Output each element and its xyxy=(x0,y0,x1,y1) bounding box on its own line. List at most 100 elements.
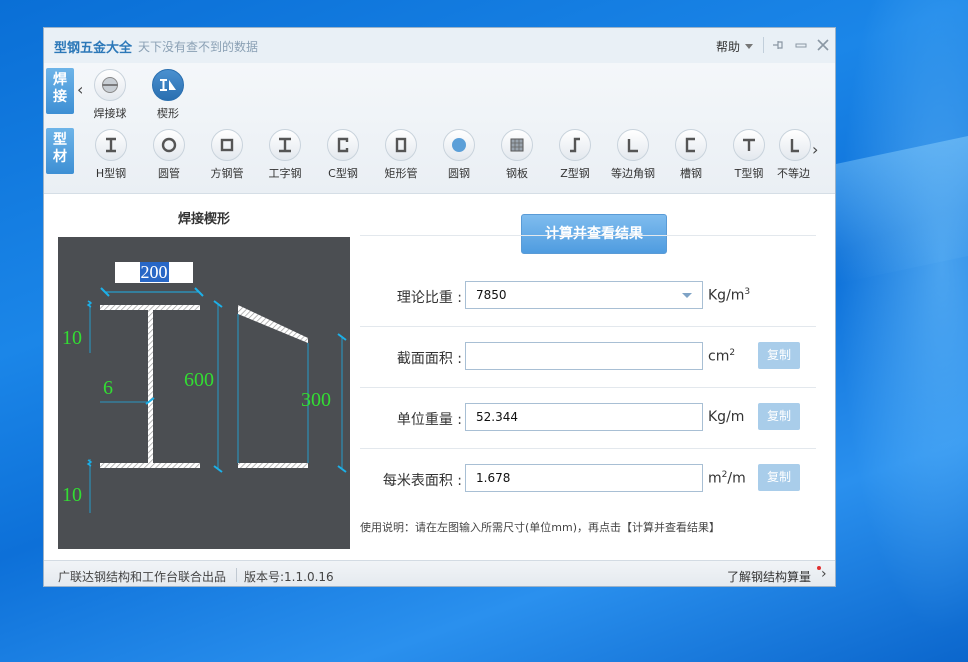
tool-weld-ball[interactable]: 焊接球 xyxy=(80,69,140,121)
divider xyxy=(360,326,816,327)
top-width-input[interactable]: 200 xyxy=(115,262,193,283)
category-char: 焊 xyxy=(53,72,67,88)
unit-text: Kg/m xyxy=(708,287,745,304)
main-content: 焊接楔形 200 10 6 600 300 10 计算并查看结果 理论比重: … xyxy=(44,194,835,560)
tool-i-beam[interactable]: 工字钢 xyxy=(255,129,315,181)
unit-sup: 3 xyxy=(744,287,751,297)
tool-channel[interactable]: 槽钢 xyxy=(661,129,721,181)
copy-surface-area-button[interactable]: 复制 xyxy=(758,464,800,491)
copy-unit-weight-button[interactable]: 复制 xyxy=(758,403,800,430)
unit-sup: 2 xyxy=(729,348,736,358)
calculate-button[interactable]: 计算并查看结果 xyxy=(521,214,667,254)
top-width-value: 200 xyxy=(139,262,169,282)
tool-label: 槽钢 xyxy=(680,167,702,180)
tool-label: Z型钢 xyxy=(560,167,590,180)
i-beam-icon xyxy=(269,129,301,161)
learn-more-link[interactable]: 了解钢结构算量 xyxy=(727,568,811,585)
divider xyxy=(360,235,816,236)
square-pipe-icon xyxy=(211,129,243,161)
category-char: 材 xyxy=(53,149,67,165)
wedge-drawing: 200 10 6 600 300 10 xyxy=(58,237,350,549)
tool-steel-plate[interactable]: 钢板 xyxy=(487,129,547,181)
area-field[interactable] xyxy=(465,342,703,370)
tool-label: T型钢 xyxy=(734,167,764,180)
tool-wedge[interactable]: 楔形 xyxy=(138,69,198,121)
tool-round-pipe[interactable]: 圆管 xyxy=(139,129,199,181)
category-steel[interactable]: 型 材 xyxy=(46,128,74,174)
round-bar-icon xyxy=(443,129,475,161)
help-menu-label: 帮助 xyxy=(716,40,741,54)
credit-text: 广联达钢结构和工作台联合出品 xyxy=(58,570,227,584)
tool-label: 矩形管 xyxy=(384,167,418,180)
divider xyxy=(360,387,816,388)
tool-square-pipe[interactable]: 方钢管 xyxy=(197,129,257,181)
area-label: 截面面积 : xyxy=(396,351,462,367)
steel-plate-icon xyxy=(501,129,533,161)
help-menu[interactable]: 帮助 xyxy=(716,38,754,55)
status-bar: 广联达钢结构和工作台联合出品 版本号:1.1.0.16 了解钢结构算量 › xyxy=(44,560,835,586)
wedge-icon xyxy=(152,69,184,101)
panel-title: 焊接楔形 xyxy=(177,212,230,227)
category-char: 接 xyxy=(53,89,67,105)
equal-angle-icon xyxy=(617,129,649,161)
bottom-flange-dim[interactable]: 10 xyxy=(62,484,82,507)
tool-label: C型钢 xyxy=(328,167,358,180)
unequal-angle-icon xyxy=(779,129,811,161)
title-separator xyxy=(763,37,764,53)
tool-label: H型钢 xyxy=(95,167,127,180)
usage-instructions: 使用说明：请在左图输入所需尺寸(单位mm)，再点击【计算并查看结果】 xyxy=(360,521,721,534)
height-dim[interactable]: 600 xyxy=(184,369,214,392)
unit-text: m xyxy=(708,470,722,487)
chevron-down-icon xyxy=(682,293,692,298)
tool-unequal-angle[interactable]: 不等边 xyxy=(777,129,813,181)
close-icon[interactable] xyxy=(815,36,831,54)
chevron-right-icon[interactable]: › xyxy=(821,566,827,582)
tool-round-bar[interactable]: 圆钢 xyxy=(429,129,489,181)
app-title: 型钢五金大全 xyxy=(54,41,133,56)
density-label: 理论比重 : xyxy=(396,290,462,306)
divider xyxy=(360,448,816,449)
unit-text: /m xyxy=(727,470,746,487)
web-dim[interactable]: 6 xyxy=(103,377,113,400)
pin-icon[interactable] xyxy=(770,36,786,54)
unit-text: cm xyxy=(708,348,730,365)
z-section-icon xyxy=(559,129,591,161)
tool-z-section[interactable]: Z型钢 xyxy=(545,129,605,181)
channel-icon xyxy=(675,129,707,161)
tool-label: 工字钢 xyxy=(268,167,302,180)
tool-label: 楔形 xyxy=(157,107,179,120)
status-separator xyxy=(236,568,237,582)
desktop-glow xyxy=(830,0,968,662)
minimize-icon[interactable] xyxy=(793,36,809,54)
density-unit: Kg/m3 xyxy=(708,287,750,304)
rect-pipe-icon xyxy=(385,129,417,161)
density-select[interactable]: 7850 xyxy=(465,281,703,309)
tool-label: 焊接球 xyxy=(93,107,127,120)
version-text: 版本号:1.1.0.16 xyxy=(244,570,334,584)
surface-area-label: 每米表面积 : xyxy=(382,473,462,489)
tool-c-channel[interactable]: C型钢 xyxy=(313,129,373,181)
t-section-icon xyxy=(733,129,765,161)
category-weld[interactable]: 焊 接 xyxy=(46,68,74,114)
c-channel-icon xyxy=(327,129,359,161)
tool-label: 不等边 xyxy=(777,167,810,180)
category-char: 型 xyxy=(53,132,67,148)
weld-ball-icon xyxy=(94,69,126,101)
surface-area-unit: m2/m xyxy=(708,470,746,487)
density-value: 7850 xyxy=(476,288,507,302)
tool-rect-pipe[interactable]: 矩形管 xyxy=(371,129,431,181)
tool-equal-angle[interactable]: 等边角钢 xyxy=(603,129,663,181)
tool-label: 圆钢 xyxy=(448,167,470,180)
tool-h-beam[interactable]: H型钢 xyxy=(81,129,141,181)
top-flange-dim[interactable]: 10 xyxy=(62,327,82,350)
shape-toolbar: 焊 接 型 材 ‹ › 焊接球 楔形 H型钢 圆管 方钢管 工字钢 C型钢 矩形… xyxy=(44,63,835,194)
area-unit: cm2 xyxy=(708,348,735,365)
title-bar[interactable]: 型钢五金大全 天下没有查不到的数据 帮助 xyxy=(44,28,835,63)
unit-weight-field[interactable]: 52.344 xyxy=(465,403,703,431)
tool-label: 圆管 xyxy=(158,167,180,180)
unit-weight-unit: Kg/m xyxy=(708,409,745,425)
tool-t-section[interactable]: T型钢 xyxy=(719,129,779,181)
copy-area-button[interactable]: 复制 xyxy=(758,342,800,369)
surface-area-field[interactable]: 1.678 xyxy=(465,464,703,492)
chevron-down-icon xyxy=(745,44,754,49)
